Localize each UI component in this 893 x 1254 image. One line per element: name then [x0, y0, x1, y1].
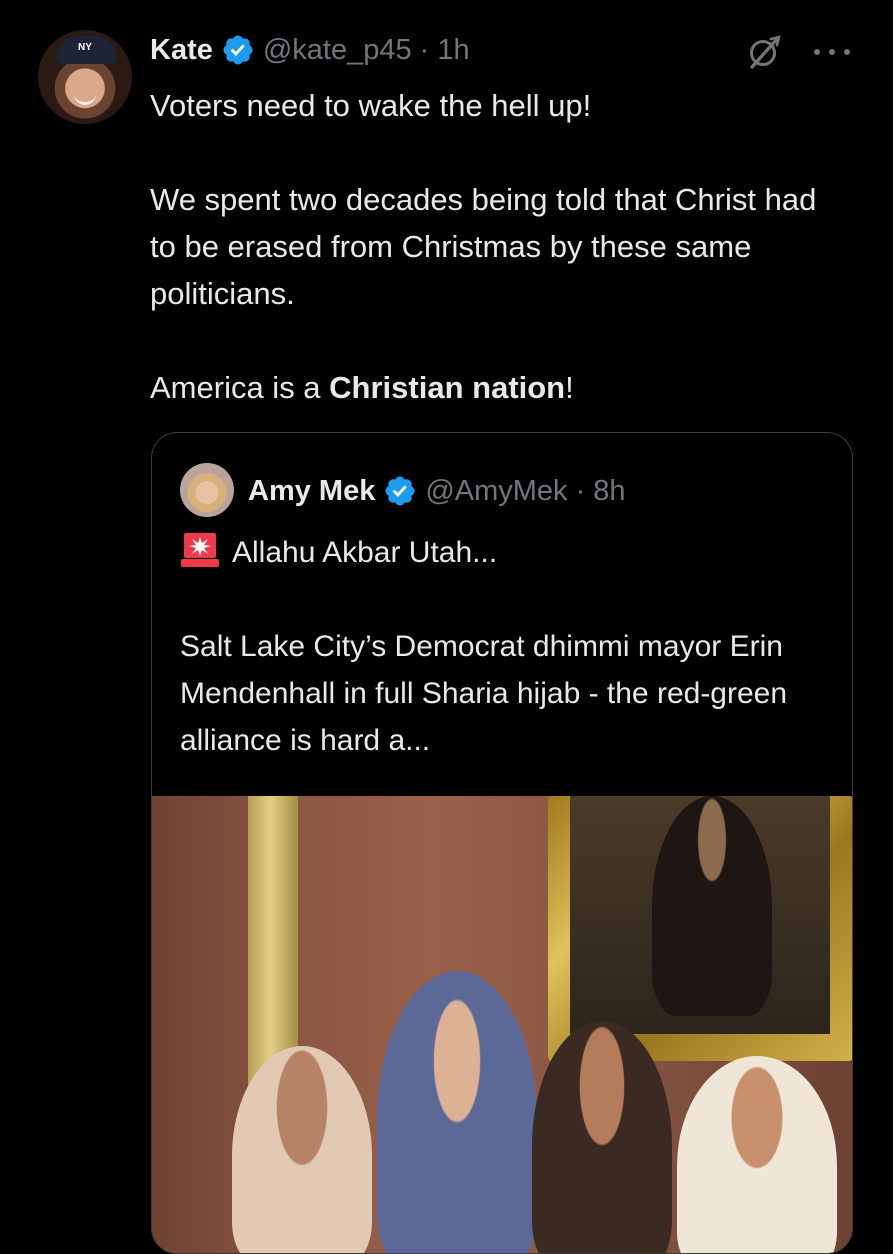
verified-badge-icon [223, 35, 253, 65]
more-options-icon[interactable] [814, 46, 850, 58]
separator-dot: · [419, 33, 430, 66]
text-suffix: ! [565, 370, 574, 405]
quoted-tweet-text: Allahu Akbar Utah... Salt Lake City’s De… [180, 529, 830, 764]
tweet-text-conclusion: America is a Christian nation! [150, 364, 850, 411]
cap-logo: NY [78, 42, 92, 53]
quoted-tweet-header: Amy Mek @AmyMek · 8h [248, 469, 626, 513]
author-handle[interactable]: @kate_p45 [263, 34, 412, 67]
police-siren-icon [181, 533, 219, 567]
face-smile [74, 94, 96, 105]
photo-person [377, 971, 537, 1253]
quoted-author-handle[interactable]: @AmyMek [425, 475, 567, 508]
text-prefix: America is a [150, 370, 330, 405]
quoted-tweet-photo[interactable] [152, 796, 852, 1253]
text-bold-phrase: Christian nation [329, 370, 566, 405]
author-name[interactable]: Kate [150, 34, 213, 67]
painting-portrait [652, 796, 772, 1016]
verified-badge-icon [385, 476, 415, 506]
kate-avatar[interactable]: NY [38, 30, 132, 124]
tweet-text-paragraph: We spent two decades being told that Chr… [150, 182, 817, 311]
quoted-tweet-time[interactable]: 8h [593, 475, 625, 508]
tweet[interactable]: NY Kate @kate_p45 · 1h Voters need to wa… [0, 0, 893, 1254]
tweet-time[interactable]: 1h [437, 34, 469, 67]
quoted-tweet[interactable]: Amy Mek @AmyMek · 8h Allahu Akbar Utah..… [151, 432, 853, 1254]
tweet-text-line: Voters need to wake the hell up! [150, 88, 592, 123]
separator-dot: · [575, 474, 586, 507]
quoted-text-line: Allahu Akbar Utah... [180, 529, 830, 576]
tweet-header: Kate @kate_p45 · 1h [150, 28, 470, 72]
photo-person [232, 1046, 372, 1253]
tweet-text: Voters need to wake the hell up! We spen… [150, 82, 850, 411]
grok-icon[interactable] [744, 32, 784, 72]
quoted-text-paragraph: Salt Lake City’s Democrat dhimmi mayor E… [180, 630, 788, 757]
quoted-first-line: Allahu Akbar Utah... [232, 536, 498, 569]
photo-person [532, 1021, 672, 1253]
amy-mek-avatar[interactable] [180, 463, 234, 517]
quoted-author-name[interactable]: Amy Mek [248, 475, 375, 508]
